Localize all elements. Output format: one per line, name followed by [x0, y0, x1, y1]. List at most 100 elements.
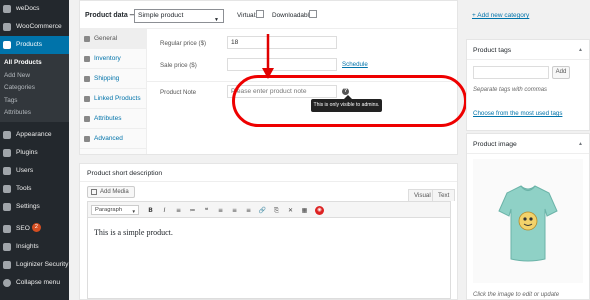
notification-badge: 2: [31, 223, 41, 233]
schedule-link[interactable]: Schedule: [342, 61, 368, 68]
sidebar-item-users[interactable]: Users: [0, 162, 69, 180]
security-icon: [3, 260, 11, 269]
tab-label: Linked Products: [94, 95, 141, 102]
admin-sidebar: weDocs WooCommerce Products All Products…: [0, 0, 69, 300]
tab-inventory[interactable]: Inventory: [80, 49, 146, 69]
add-new-category-link[interactable]: + Add new category: [472, 12, 529, 19]
sidebar-item-label: Insights: [16, 242, 39, 250]
add-media-label: Add Media: [100, 189, 129, 195]
tab-shipping[interactable]: Shipping: [80, 69, 146, 89]
list-icon: [84, 116, 90, 122]
caret-up-icon[interactable]: ▲: [578, 141, 583, 147]
editor-toolbar: Paragraph ▼ B I ≡ ≔ ❝ ≡ ≡ ≡ 🔗 ⎘ ✕ ▦ ◉: [87, 201, 451, 218]
product-image[interactable]: [473, 159, 583, 283]
sale-price-input[interactable]: [227, 58, 337, 71]
sidebar-item-label: Plugins: [16, 148, 38, 156]
inventory-icon: [84, 56, 90, 62]
tshirt-image: [498, 185, 558, 262]
editor-content[interactable]: This is a simple product.: [87, 218, 451, 299]
insights-icon: [3, 242, 11, 251]
regular-price-input[interactable]: 18: [227, 36, 337, 49]
sidebar-item-label: Settings: [16, 202, 40, 210]
align-right-icon[interactable]: ≡: [244, 206, 253, 215]
annotation-ellipse: [232, 75, 467, 127]
plugins-icon: [3, 148, 11, 157]
tab-linked-products[interactable]: Linked Products: [80, 89, 146, 109]
numbered-list-icon[interactable]: ≔: [188, 206, 197, 215]
submenu-tags[interactable]: Tags: [0, 95, 69, 108]
product-type-value: Simple product: [138, 12, 184, 19]
align-left-icon[interactable]: ≡: [216, 206, 225, 215]
truck-icon: [84, 76, 90, 82]
italic-icon[interactable]: I: [160, 206, 169, 215]
format-select[interactable]: Paragraph ▼: [91, 205, 139, 215]
tab-label: Attributes: [94, 115, 122, 122]
sidebar-item-wedocs[interactable]: weDocs: [0, 0, 69, 18]
align-center-icon[interactable]: ≡: [230, 206, 239, 215]
tab-attributes[interactable]: Attributes: [80, 109, 146, 129]
settings-icon: [3, 202, 11, 211]
format-value: Paragraph: [95, 207, 123, 213]
sale-price-label: Sale price ($): [160, 62, 197, 69]
caret-up-icon[interactable]: ▲: [578, 47, 583, 53]
fullscreen-icon[interactable]: ✕: [286, 206, 295, 215]
submenu-all-products[interactable]: All Products: [0, 57, 69, 70]
sidebar-item-settings[interactable]: Settings: [0, 198, 69, 216]
sidebar-item-label: WooCommerce: [16, 23, 62, 30]
sidebar-item-plugins[interactable]: Plugins: [0, 144, 69, 162]
collapse-menu-button[interactable]: Collapse menu: [0, 274, 69, 292]
downloadable-checkbox[interactable]: [309, 10, 317, 18]
downloadable-label: Downloadable:: [272, 12, 315, 19]
product-tags-title: Product tags: [473, 47, 512, 54]
sidebar-item-label: Users: [16, 166, 34, 174]
virtual-label: Virtual:: [237, 12, 257, 19]
link-icon[interactable]: 🔗: [258, 206, 267, 215]
sidebar-item-label: Appearance: [16, 130, 52, 138]
docs-icon: [3, 5, 11, 13]
tab-text[interactable]: Text: [432, 189, 456, 201]
tab-general[interactable]: General: [80, 29, 146, 49]
sidebar-item-appearance[interactable]: Appearance: [0, 126, 69, 144]
submenu-attributes[interactable]: Attributes: [0, 107, 69, 120]
sidebar-item-products[interactable]: Products: [0, 36, 69, 54]
product-image-panel: Product image ▲ Click the image to edit …: [466, 133, 590, 300]
virtual-checkbox[interactable]: [256, 10, 264, 18]
sidebar-item-label: weDocs: [16, 5, 40, 12]
wrench-icon: [84, 36, 90, 42]
tab-advanced[interactable]: Advanced: [80, 129, 146, 149]
sidebar-item-label: Products: [16, 41, 43, 48]
users-icon: [3, 166, 11, 175]
product-data-panel: Product data — Simple product ▼ Virtual:…: [79, 0, 467, 155]
collapse-icon: [3, 278, 11, 287]
plugin-shortcode-icon[interactable]: ◉: [315, 206, 324, 215]
tab-label: Advanced: [94, 135, 123, 142]
add-tag-button[interactable]: Add: [552, 66, 570, 79]
sidebar-item-tools[interactable]: Tools: [0, 180, 69, 198]
add-media-button[interactable]: Add Media: [87, 186, 135, 198]
product-type-select[interactable]: Simple product ▼: [134, 9, 224, 23]
most-used-tags-link[interactable]: Choose from the most used tags: [473, 110, 562, 117]
bold-icon[interactable]: B: [146, 206, 155, 215]
sidebar-item-loginizer[interactable]: Loginizer Security: [0, 256, 69, 274]
product-image-title: Product image: [473, 141, 517, 148]
sidebar-item-woocommerce[interactable]: WooCommerce: [0, 18, 69, 36]
insert-more-icon[interactable]: ⎘: [272, 206, 281, 215]
media-icon: [91, 189, 97, 195]
products-icon: [3, 41, 11, 49]
sidebar-item-insights[interactable]: Insights: [0, 238, 69, 256]
submenu-add-new[interactable]: Add New: [0, 70, 69, 83]
blockquote-icon[interactable]: ❝: [202, 206, 211, 215]
submenu-categories[interactable]: Categories: [0, 82, 69, 95]
sidebar-item-seo[interactable]: SEO 2: [0, 220, 69, 238]
tab-label: General: [94, 35, 118, 42]
gear-icon: [84, 136, 90, 142]
short-description-panel: Product short description Add Media Visu…: [79, 163, 458, 300]
tab-label: Shipping: [94, 75, 120, 82]
toolbar-toggle-icon[interactable]: ▦: [300, 206, 309, 215]
bullet-list-icon[interactable]: ≡: [174, 206, 183, 215]
tags-input[interactable]: [473, 66, 549, 79]
product-data-tabs: General Inventory Shipping Linked Produc…: [80, 29, 147, 154]
chevron-down-icon: ▼: [214, 17, 219, 23]
sidebar-item-label: Loginizer Security: [16, 260, 69, 268]
woocommerce-icon: [3, 23, 11, 31]
